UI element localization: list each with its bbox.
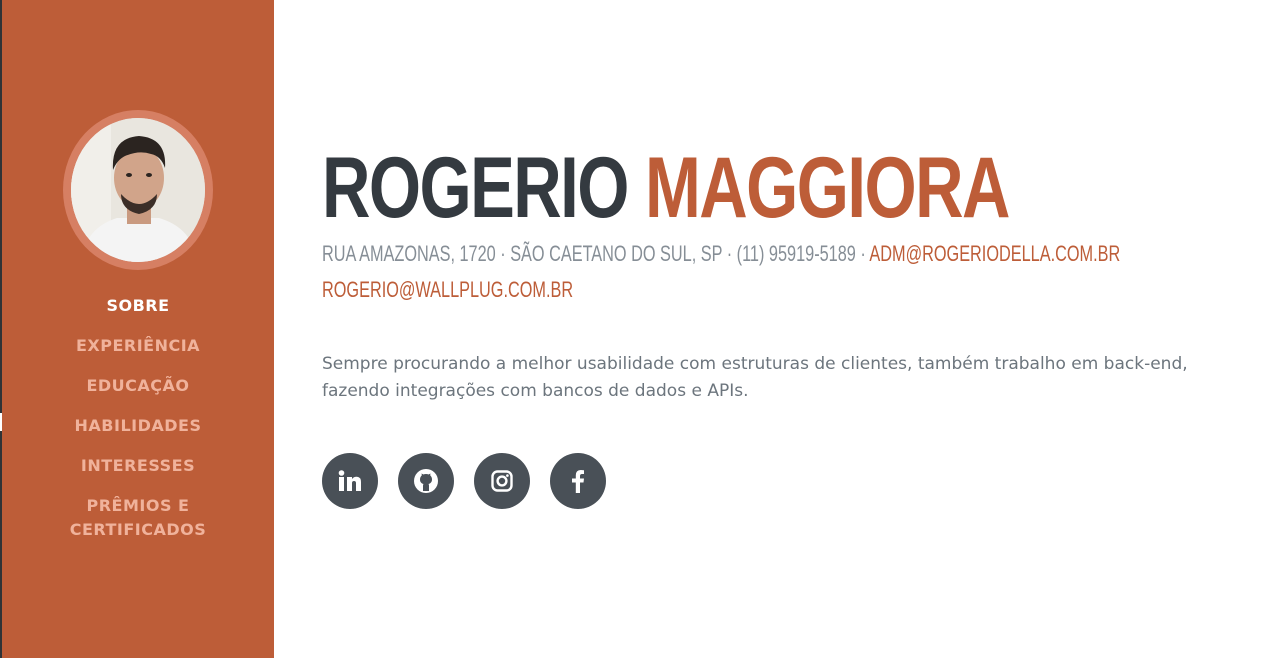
nav-item-interesses[interactable]: Interesses xyxy=(2,454,274,478)
first-name: Rogerio xyxy=(322,140,629,236)
nav-item-premios-certificados[interactable]: Prêmios e Certificados xyxy=(2,494,274,542)
social-links xyxy=(322,453,606,509)
nav-item-habilidades[interactable]: Habilidades xyxy=(2,414,274,438)
nav-item-premios-label: Prêmios e Certificados xyxy=(69,496,207,539)
instagram-icon xyxy=(491,470,513,492)
sidebar-nav: Sobre Experiência Educação Habilidades I… xyxy=(2,294,274,558)
sidebar: Sobre Experiência Educação Habilidades I… xyxy=(2,0,274,658)
contact-line-1: Rua Amazonas, 1720 · São Caetano do Sul,… xyxy=(322,236,1120,272)
contact-line-2: rogerio@wallplug.com.br xyxy=(322,272,1120,308)
contact-info: Rua Amazonas, 1720 · São Caetano do Sul,… xyxy=(322,236,1120,308)
facebook-icon xyxy=(572,470,584,493)
avatar xyxy=(71,118,205,262)
github-button[interactable] xyxy=(398,453,454,509)
avatar-photo xyxy=(71,118,205,262)
github-icon xyxy=(414,469,438,493)
bio-text: Sempre procurando a melhor usabilidade c… xyxy=(322,354,1188,401)
contact-address: Rua Amazonas, 1720 · São Caetano do Sul,… xyxy=(322,241,870,266)
page-title: Rogerio Maggiora xyxy=(322,140,1010,236)
instagram-button[interactable] xyxy=(474,453,530,509)
last-name: Maggiora xyxy=(644,140,1010,236)
main-content: Rogerio Maggiora Rua Amazonas, 1720 · Sã… xyxy=(322,0,1262,658)
email-primary-link[interactable]: adm@rogeriodella.com.br xyxy=(869,241,1120,266)
facebook-button[interactable] xyxy=(550,453,606,509)
avatar-ring xyxy=(63,110,213,270)
email-secondary-link[interactable]: rogerio@wallplug.com.br xyxy=(322,277,573,302)
linkedin-icon xyxy=(338,470,361,491)
nav-item-educacao[interactable]: Educação xyxy=(2,374,274,398)
nav-item-sobre[interactable]: Sobre xyxy=(2,294,274,318)
linkedin-button[interactable] xyxy=(322,453,378,509)
nav-item-experiencia[interactable]: Experiência xyxy=(2,334,274,358)
